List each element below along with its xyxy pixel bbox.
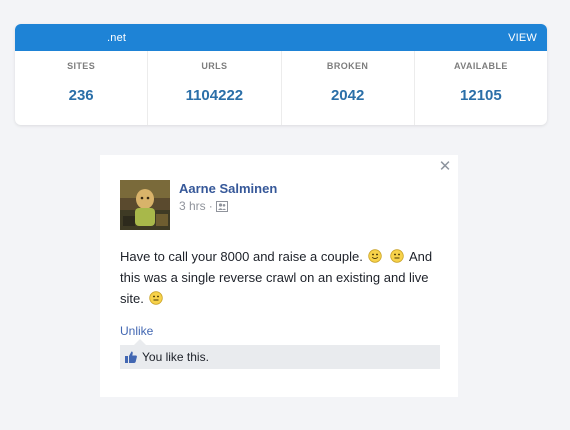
likes-text[interactable]: You like this. [142,350,209,364]
stat-urls: URLS 1104222 [148,51,282,125]
neutral-emoji-icon [149,291,164,305]
likes-bar: You like this. [120,339,440,369]
neutral-emoji-icon [390,249,404,263]
view-button[interactable]: VIEW [508,32,537,44]
close-icon[interactable]: ✕ [438,159,452,174]
post-timestamp[interactable]: 3 hrs [179,199,206,213]
post-meta: 3 hrs · [179,199,228,213]
stat-available: AVAILABLE 12105 [415,51,547,125]
stat-sites: SITES 236 [15,51,149,125]
stat-label: AVAILABLE [453,61,508,71]
stat-value: 2042 [330,87,365,104]
stats-header: .net VIEW [15,24,547,51]
stat-value: 12105 [460,87,502,104]
smile-emoji-icon [368,249,383,263]
post-text: Have to call your 8000 and raise a coupl… [120,246,438,309]
stats-card: .net VIEW SITES 236 URLS 1104222 BROKEN … [15,24,547,125]
post-card: ✕ Aarne Salminen 3 hrs · Have to call yo… [100,155,458,397]
stats-row: SITES 236 URLS 1104222 BROKEN 2042 AVAIL… [15,51,547,125]
stat-label: BROKEN [326,61,369,71]
stat-label: URLS [201,61,228,71]
avatar[interactable] [120,180,170,230]
avatar-image [120,180,170,230]
stat-label: SITES [67,61,96,71]
stat-value: 236 [68,87,94,104]
thumbs-up-icon [125,351,137,363]
unlike-button[interactable]: Unlike [120,324,153,338]
author-name[interactable]: Aarne Salminen [179,181,277,196]
domain-title: .net [107,31,127,44]
meta-separator: · [208,199,213,213]
stat-broken: BROKEN 2042 [282,51,415,125]
post-text-part1: Have to call your 8000 and raise a coupl… [120,249,363,264]
friends-icon[interactable] [215,200,228,212]
stat-value: 1104222 [185,87,244,104]
